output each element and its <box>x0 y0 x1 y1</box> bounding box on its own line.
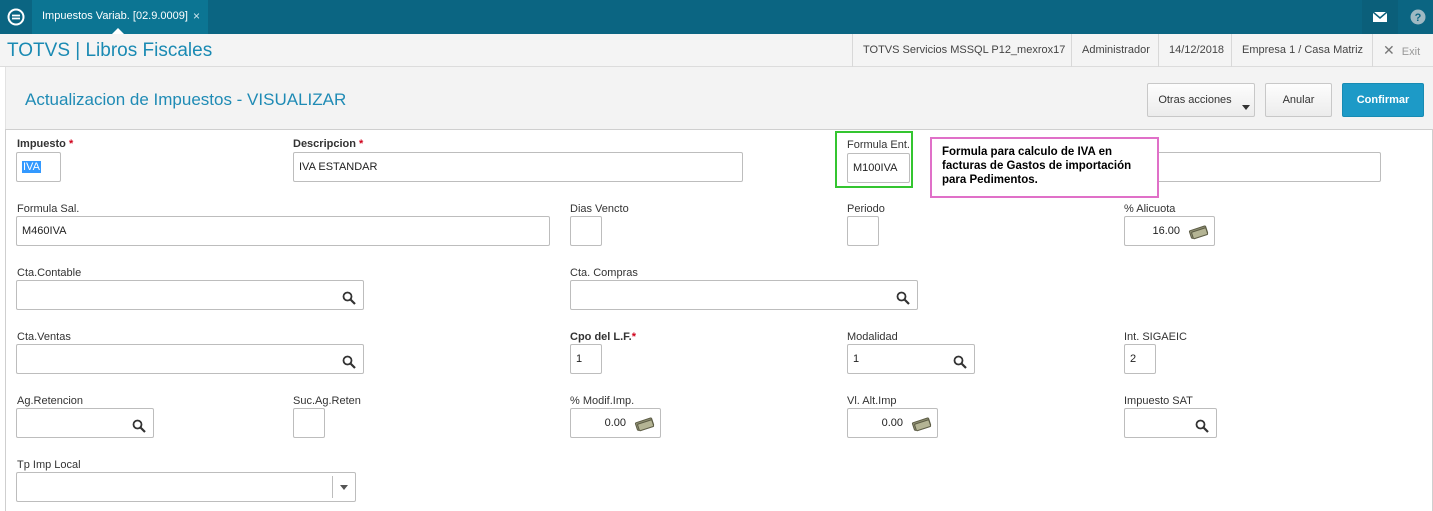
modif-imp-label: % Modif.Imp. <box>570 395 635 407</box>
periodo-label: Periodo <box>847 203 885 215</box>
app-brand: TOTVS | Libros Fiscales <box>7 40 213 61</box>
descripcion-input[interactable]: IVA ESTANDAR <box>293 152 743 182</box>
formula-ent-extra-input[interactable] <box>1124 152 1381 182</box>
modalidad-input[interactable]: 1 <box>847 344 975 374</box>
app-header: TOTVS | Libros Fiscales TOTVS Servicios … <box>0 34 1433 67</box>
top-bar: Impuestos Variab. [02.9.0009] × ? <box>0 0 1433 34</box>
ag-retencion-input[interactable] <box>16 408 154 438</box>
cpo-lf-input[interactable]: 1 <box>570 344 602 374</box>
user-info: Administrador <box>1071 34 1160 67</box>
int-sigaeic-input[interactable]: 2 <box>1124 344 1156 374</box>
cta-ventas-label: Cta.Ventas <box>17 331 71 343</box>
svg-text:?: ? <box>1415 12 1422 24</box>
dias-vencto-input[interactable] <box>570 216 602 246</box>
cta-contable-label: Cta.Contable <box>17 267 82 279</box>
cta-compras-input[interactable] <box>570 280 918 310</box>
vl-alt-imp-input[interactable]: 0.00 <box>847 408 938 438</box>
exit-label: Exit <box>1401 46 1421 58</box>
date-info: 14/12/2018 <box>1158 34 1234 67</box>
money-icon[interactable] <box>911 415 933 437</box>
descripcion-label: Descripcion * <box>293 138 364 150</box>
cancel-button[interactable]: Anular <box>1265 83 1332 117</box>
cta-contable-input[interactable] <box>16 280 364 310</box>
search-icon[interactable] <box>896 288 910 309</box>
search-icon[interactable] <box>1195 416 1209 437</box>
search-icon[interactable] <box>132 416 146 437</box>
other-actions-button[interactable]: Otras acciones <box>1147 83 1255 117</box>
tax-form <box>5 129 1433 511</box>
exit-button[interactable]: ✕ Exit <box>1372 34 1430 67</box>
search-icon[interactable] <box>342 288 356 309</box>
vl-alt-imp-label: Vl. Alt.Imp <box>847 395 897 407</box>
vl-alt-imp-value: 0.00 <box>881 417 903 429</box>
chevron-down-icon <box>1242 105 1250 110</box>
impuesto-value: IVA <box>22 161 41 173</box>
impuesto-input[interactable]: IVA <box>16 152 61 182</box>
tp-imp-local-select[interactable] <box>16 472 356 502</box>
tab-close-icon[interactable]: × <box>193 0 200 33</box>
page-title: Actualizacion de Impuestos - VISUALIZAR <box>25 90 347 109</box>
alicuota-label: % Alicuota <box>1124 203 1176 215</box>
company-info: Empresa 1 / Casa Matriz <box>1231 34 1373 67</box>
cta-ventas-input[interactable] <box>16 344 364 374</box>
alicuota-value: 16.00 <box>1152 225 1180 237</box>
server-info: TOTVS Servicios MSSQL P12_mexrox17 <box>852 34 1075 67</box>
int-sigaeic-label: Int. SIGAEIC <box>1124 331 1187 343</box>
search-icon[interactable] <box>342 352 356 373</box>
modalidad-label: Modalidad <box>847 331 898 343</box>
money-icon[interactable] <box>1188 223 1210 245</box>
search-icon[interactable] <box>953 352 967 373</box>
modif-imp-input[interactable]: 0.00 <box>570 408 661 438</box>
page-title-bar: Actualizacion de Impuestos - VISUALIZAR … <box>5 67 1433 129</box>
mail-icon[interactable] <box>1362 0 1398 34</box>
impuesto-sat-input[interactable] <box>1124 408 1217 438</box>
formula-sal-input[interactable]: M460IVA <box>16 216 550 246</box>
modif-imp-value: 0.00 <box>604 417 626 429</box>
suc-ag-reten-label: Suc.Ag.Reten <box>293 395 361 407</box>
periodo-input[interactable] <box>847 216 879 246</box>
tp-imp-local-label: Tp Imp Local <box>17 459 81 471</box>
tab-title: Impuestos Variab. [02.9.0009] <box>42 10 188 22</box>
ag-retencion-label: Ag.Retencion <box>17 395 84 407</box>
close-icon: ✕ <box>1383 42 1395 58</box>
suc-ag-reten-input[interactable] <box>293 408 325 438</box>
formula-sal-label: Formula Sal. <box>17 203 80 215</box>
confirm-button[interactable]: Confirmar <box>1342 83 1424 117</box>
totvs-logo-icon[interactable] <box>0 0 32 34</box>
chevron-down-icon[interactable] <box>340 485 348 490</box>
tab-impuestos-variab[interactable]: Impuestos Variab. [02.9.0009] × <box>32 0 208 34</box>
annotation-note: Formula para calculo de IVA en facturas … <box>930 137 1159 198</box>
dias-vencto-label: Dias Vencto <box>570 203 629 215</box>
cta-compras-label: Cta. Compras <box>570 267 638 279</box>
impuesto-sat-label: Impuesto SAT <box>1124 395 1193 407</box>
money-icon[interactable] <box>634 415 656 437</box>
cpo-lf-label: Cpo del L.F.* <box>570 331 637 343</box>
formula-ent-highlight <box>835 131 913 188</box>
impuesto-label: Impuesto * <box>17 138 74 150</box>
select-divider <box>332 476 333 498</box>
other-actions-label: Otras acciones <box>1158 94 1232 106</box>
help-icon[interactable]: ? <box>1400 0 1433 34</box>
alicuota-input[interactable]: 16.00 <box>1124 216 1215 246</box>
